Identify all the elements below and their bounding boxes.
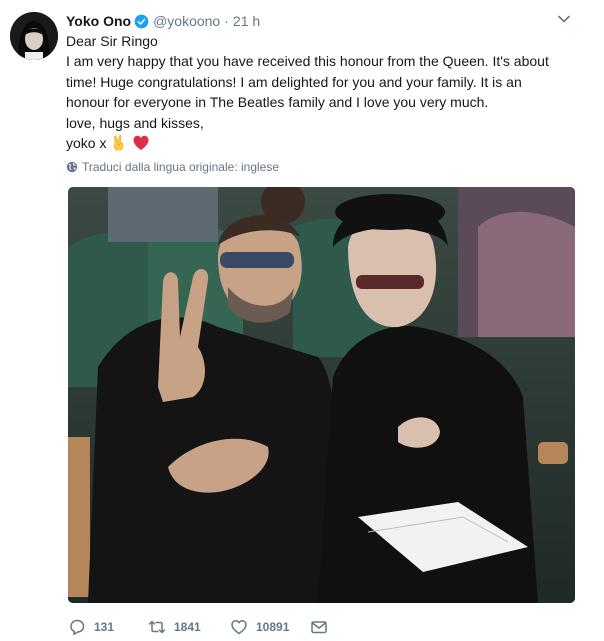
reply-button[interactable]: 131 bbox=[68, 618, 148, 636]
direct-message-button[interactable] bbox=[310, 618, 336, 636]
like-button[interactable]: 10891 bbox=[230, 618, 310, 636]
tweet-text-line: honour for everyone in The Beatles famil… bbox=[66, 94, 489, 111]
red-heart-emoji-icon bbox=[133, 136, 149, 151]
reply-icon bbox=[70, 619, 85, 636]
avatar-photo-icon bbox=[10, 12, 58, 60]
tweet-text: Dear Sir Ringo I am very happy that you … bbox=[66, 31, 576, 153]
globe-icon bbox=[66, 161, 78, 173]
chevron-down-icon[interactable] bbox=[557, 12, 571, 26]
retweet-button[interactable]: 1841 bbox=[148, 618, 230, 636]
like-count: 10891 bbox=[256, 620, 290, 634]
retweet-count: 1841 bbox=[174, 620, 201, 634]
author-name[interactable]: Yoko Ono bbox=[66, 13, 131, 29]
separator-dot: · bbox=[224, 13, 229, 29]
translate-label: Traduci dalla lingua originale: inglese bbox=[82, 160, 280, 174]
author-avatar[interactable] bbox=[10, 12, 58, 60]
tweet-text-line: time! Huge congratulations! I am delight… bbox=[66, 73, 522, 90]
verified-badge-icon bbox=[134, 14, 149, 28]
tweet-photo[interactable] bbox=[68, 187, 575, 603]
envelope-icon bbox=[311, 621, 327, 634]
translate-link[interactable]: Traduci dalla lingua originale: inglese bbox=[66, 160, 279, 174]
victory-hand-emoji-icon bbox=[114, 135, 124, 151]
tweet-signature-line: yoko x bbox=[66, 133, 576, 153]
tweet-text-line: Dear Sir Ringo bbox=[66, 33, 158, 49]
tweet-timestamp[interactable]: 21 h bbox=[233, 13, 260, 29]
tweet-text-line: I am very happy that you have received t… bbox=[66, 53, 549, 70]
tweet-text-line: love, hugs and kisses, bbox=[66, 114, 204, 131]
tweet-card: Yoko Ono @yokoono · 21 h Dear Sir Ringo … bbox=[0, 0, 604, 641]
heart-icon bbox=[231, 620, 247, 635]
tweet-actions: 131 1841 10891 bbox=[68, 617, 336, 637]
photo-image-icon bbox=[68, 187, 575, 603]
tweet-header: Yoko Ono @yokoono · 21 h bbox=[66, 11, 260, 31]
author-handle[interactable]: @yokoono bbox=[153, 13, 220, 29]
retweet-icon bbox=[148, 620, 166, 634]
reply-count: 131 bbox=[94, 620, 115, 634]
signature-text: yoko x bbox=[66, 135, 107, 152]
